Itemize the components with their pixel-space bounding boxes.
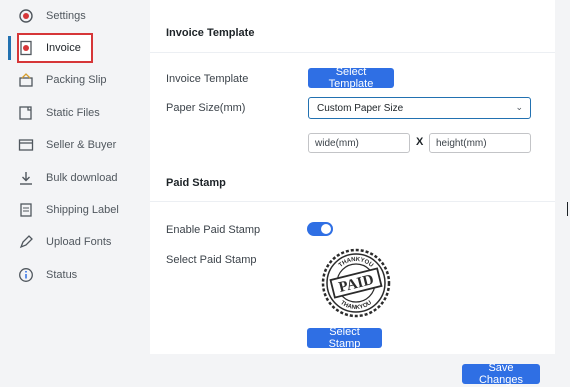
- id-card-icon: [18, 137, 34, 153]
- invoice-template-label: Invoice Template: [166, 73, 249, 85]
- paid-stamp-image: THANKYOU THANKYOU PAID: [320, 247, 392, 319]
- select-stamp-button[interactable]: Select Stamp: [307, 326, 382, 350]
- sidebar-item-bulk-download[interactable]: Bulk download: [18, 165, 136, 191]
- paid-stamp-heading: Paid Stamp: [166, 177, 226, 189]
- sidebar-item-status[interactable]: Status: [18, 262, 136, 288]
- paper-size-label: Paper Size(mm): [166, 102, 246, 114]
- label-icon: [18, 202, 34, 218]
- sidebar-item-label: Seller & Buyer: [46, 139, 117, 151]
- sidebar-item-label: Upload Fonts: [46, 236, 112, 248]
- package-icon: [18, 72, 34, 88]
- stamp-ring-top-text: THANKYOU: [338, 257, 374, 269]
- dimension-separator: X: [416, 136, 424, 148]
- sidebar-item-seller-buyer[interactable]: Seller & Buyer: [18, 132, 136, 158]
- invoice-icon: [18, 40, 34, 56]
- paper-size-value: Custom Paper Size: [317, 102, 404, 114]
- svg-text:THANKYOU: THANKYOU: [338, 257, 374, 269]
- chevron-down-icon: ⌄: [515, 102, 523, 112]
- invoice-template-heading: Invoice Template: [166, 27, 255, 39]
- file-icon: [18, 105, 34, 121]
- download-icon: [18, 170, 34, 186]
- wide-input[interactable]: wide(mm): [308, 133, 410, 153]
- settings-panel: Invoice Template Invoice Template Select…: [150, 0, 555, 354]
- sidebar-item-packing-slip[interactable]: Packing Slip: [18, 67, 136, 93]
- pen-icon: [18, 234, 34, 250]
- enable-paid-stamp-toggle[interactable]: [307, 222, 333, 236]
- sidebar-item-shipping-label[interactable]: Shipping Label: [18, 197, 136, 223]
- sidebar-item-label: Static Files: [46, 107, 100, 119]
- divider: [150, 52, 555, 53]
- select-template-button[interactable]: Select Template: [308, 66, 394, 90]
- active-indicator: [8, 36, 11, 60]
- sidebar-item-upload-fonts[interactable]: Upload Fonts: [18, 229, 136, 255]
- info-icon: [18, 267, 34, 283]
- sidebar-item-label: Shipping Label: [46, 204, 119, 216]
- toggle-knob: [321, 224, 331, 234]
- save-changes-button[interactable]: Save Changes: [462, 362, 540, 386]
- sidebar-item-settings[interactable]: Settings: [18, 3, 136, 29]
- scroll-indicator: [567, 202, 568, 216]
- sidebar-item-label: Settings: [46, 10, 86, 22]
- sidebar-item-static-files[interactable]: Static Files: [18, 100, 136, 126]
- height-input[interactable]: height(mm): [429, 133, 531, 153]
- select-paid-stamp-label: Select Paid Stamp: [166, 254, 257, 266]
- sidebar-item-label: Status: [46, 269, 78, 281]
- height-placeholder: height(mm): [436, 137, 487, 149]
- sidebar-item-invoice[interactable]: Invoice: [18, 35, 136, 61]
- sidebar-item-label: Invoice: [46, 42, 81, 54]
- gear-icon: [18, 8, 34, 24]
- sidebar-item-label: Bulk download: [46, 172, 118, 184]
- paper-size-select[interactable]: Custom Paper Size ⌄: [308, 97, 531, 119]
- sidebar: Settings Invoice Packing Slip Static Fil…: [0, 0, 137, 387]
- sidebar-item-label: Packing Slip: [46, 74, 107, 86]
- enable-paid-stamp-label: Enable Paid Stamp: [166, 224, 261, 236]
- divider: [150, 201, 555, 202]
- wide-placeholder: wide(mm): [315, 137, 359, 149]
